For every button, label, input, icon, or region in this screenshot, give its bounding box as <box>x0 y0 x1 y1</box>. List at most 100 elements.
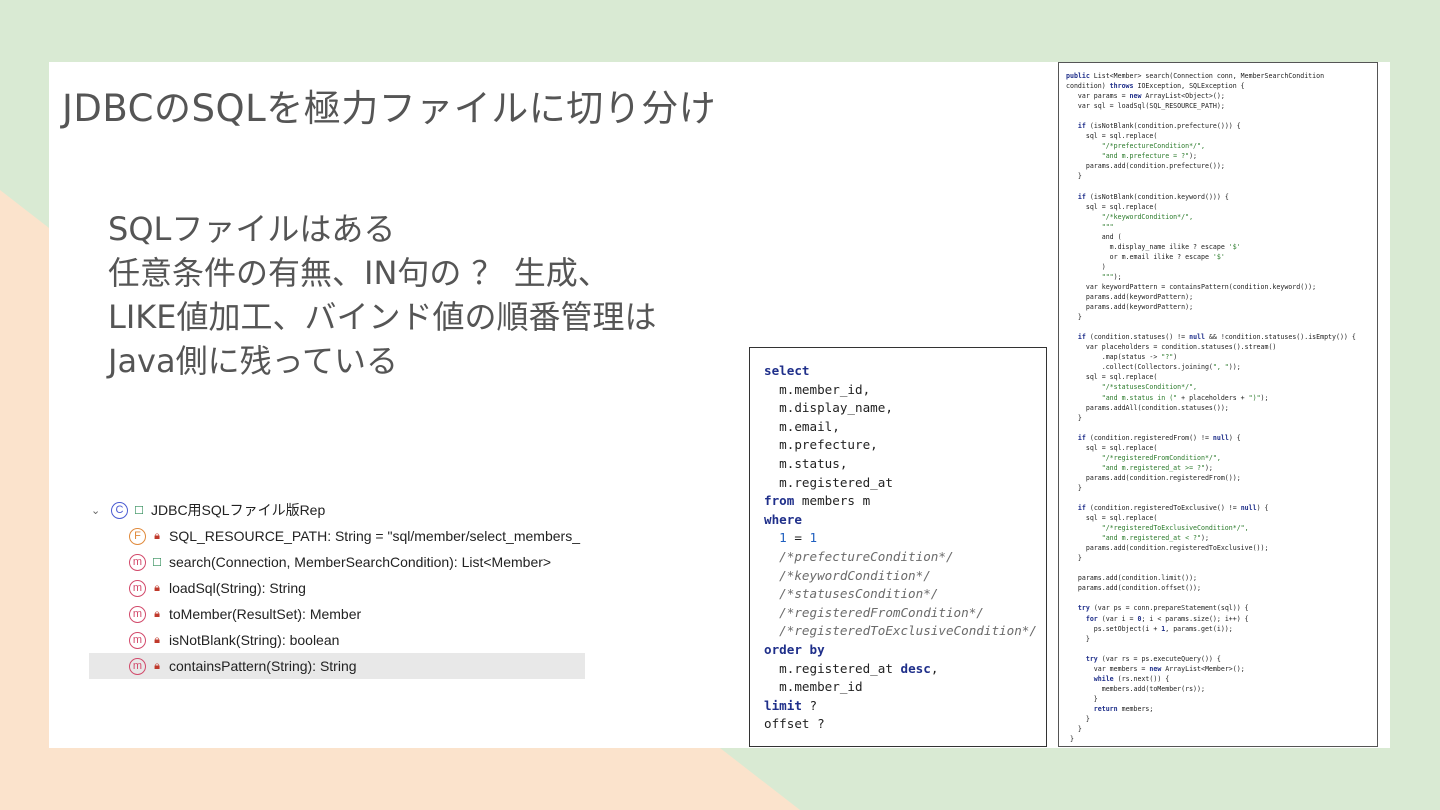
code-line: params.add(condition.prefecture()); <box>1066 161 1377 171</box>
static-method-icon: m <box>129 631 146 649</box>
code-token: "?" <box>1161 353 1174 362</box>
code-line: params.add(condition.limit()); <box>1066 573 1377 583</box>
code-token: try <box>1085 654 1098 663</box>
outline-member-row[interactable]: m 🔒︎ toMember(ResultSet): Member <box>89 601 585 627</box>
code-line: .collect(Collectors.joining(", ")); <box>1066 362 1377 372</box>
chevron-down-icon[interactable]: ⌄ <box>91 504 103 517</box>
code-token: } <box>1066 694 1098 703</box>
code-token: sql = sql.replace( <box>1066 514 1158 523</box>
code-token: ArrayList<Object>(); <box>1141 92 1225 101</box>
code-line: return members; <box>1066 704 1377 714</box>
code-token: } <box>1066 634 1090 643</box>
static-method-icon: m <box>129 605 146 623</box>
code-line: from members m <box>764 492 1046 511</box>
code-line: if (condition.registeredToExclusive() !=… <box>1066 503 1377 513</box>
code-line: /*statusesCondition*/ <box>764 585 1046 604</box>
code-token: List<Member> search(Connection conn, Mem… <box>1089 72 1325 80</box>
code-token: if <box>1077 433 1086 442</box>
code-line: "/*statusesCondition*/", <box>1066 382 1377 392</box>
code-line: } <box>1066 171 1377 181</box>
outline-member-label: SQL_RESOURCE_PATH: String = "sql/member/… <box>169 528 580 544</box>
code-token: var placeholders = condition.statuses().… <box>1066 343 1277 352</box>
outline-class-row[interactable]: ⌄ C ☐ JDBC用SQLファイル版Rep <box>89 497 585 523</box>
code-token: ); <box>1113 272 1122 281</box>
code-line: params.add(keywordPattern); <box>1066 292 1377 302</box>
code-token: select <box>764 363 810 378</box>
code-token: } <box>1066 172 1082 181</box>
code-token: , params.get(i)); <box>1165 624 1233 633</box>
code-token: m.prefecture, <box>764 437 878 453</box>
code-token: params.add(condition.prefecture()); <box>1066 162 1225 171</box>
code-token: params.add(condition.limit()); <box>1066 574 1198 583</box>
code-line: "and m.prefecture = ?"); <box>1066 151 1377 161</box>
lock-icon: 🔒︎ <box>154 529 160 542</box>
outline-member-label: isNotBlank(String): boolean <box>169 632 340 648</box>
code-line: m.registered_at <box>764 474 1046 493</box>
code-token: '$' <box>1212 252 1225 261</box>
code-token: if <box>1077 504 1086 513</box>
outline-member-row[interactable]: m ☐ search(Connection, MemberSearchCondi… <box>89 549 585 575</box>
lock-icon: 🔒︎ <box>154 581 160 594</box>
code-token: sql = sql.replace( <box>1066 373 1158 382</box>
code-token: , <box>930 660 939 676</box>
outline-member-row[interactable]: m 🔒︎ isNotBlank(String): boolean <box>89 627 585 653</box>
code-token: /*statusesCondition*/ <box>764 586 939 602</box>
code-line: var members = new ArrayList<Member>(); <box>1066 664 1377 674</box>
body-line: 任意条件の有無、IN句の ？ 生成、 <box>108 254 610 292</box>
code-line: limit ? <box>764 697 1046 716</box>
body-line: SQLファイルはある <box>108 210 396 248</box>
code-line: } <box>1066 634 1377 644</box>
code-token: for <box>1085 614 1098 623</box>
code-line: while (rs.next()) { <box>1066 674 1377 684</box>
code-line: } <box>1066 312 1377 322</box>
code-token: null <box>1240 504 1257 513</box>
code-line: offset ? <box>764 715 1046 734</box>
code-token: (condition.statuses() != <box>1085 333 1190 342</box>
code-token: if <box>1077 192 1086 201</box>
code-token: /*keywordCondition*/ <box>764 567 931 583</box>
method-icon: m <box>129 553 146 571</box>
code-token: ", " <box>1212 363 1229 372</box>
code-token: "/*registeredFromCondition*/", <box>1066 453 1221 462</box>
code-token: m.display_name, <box>764 400 893 416</box>
code-line: 1 = 1 <box>764 529 1046 548</box>
code-token: var members = <box>1066 664 1150 673</box>
code-line: "/*keywordCondition*/", <box>1066 212 1377 222</box>
code-token: ArrayList<Member>(); <box>1161 664 1245 673</box>
code-token: sql = sql.replace( <box>1066 132 1158 141</box>
code-token: new <box>1149 664 1162 673</box>
code-line: params.add(condition.offset()); <box>1066 583 1377 593</box>
outline-member-row[interactable]: m 🔒︎ loadSql(String): String <box>89 575 585 601</box>
code-token: m.member_id <box>764 679 863 695</box>
outline-member-row-selected[interactable]: m 🔒︎ containsPattern(String): String <box>89 653 585 679</box>
code-token: or m.email ilike ? escape <box>1066 252 1213 261</box>
code-token: "/*statusesCondition*/", <box>1066 383 1198 392</box>
code-token: IOException, SQLException { <box>1133 82 1245 91</box>
code-token: ; i < params.size(); i++) { <box>1141 614 1249 623</box>
code-token: from <box>764 493 795 509</box>
code-token: "and m.status in (" <box>1066 393 1178 402</box>
code-line: params.addAll(condition.statuses()); <box>1066 403 1377 413</box>
code-line: /*registeredFromCondition*/ <box>764 604 1046 623</box>
code-line: if (isNotBlank(condition.keyword())) { <box>1066 192 1377 202</box>
code-token: } <box>1066 483 1082 492</box>
public-visibility-icon: ☐ <box>152 556 162 569</box>
code-token: ) { <box>1228 433 1241 442</box>
code-token: "and m.prefecture = ?" <box>1066 152 1190 161</box>
lock-icon: 🔒︎ <box>154 633 160 646</box>
code-token: while <box>1093 674 1114 683</box>
code-token: m.registered_at <box>764 660 901 676</box>
code-line: var params = new ArrayList<Object>(); <box>1066 91 1377 101</box>
code-token: params.add(keywordPattern); <box>1066 303 1194 312</box>
code-line: for (var i = 0; i < params.size(); i++) … <box>1066 614 1377 624</box>
code-token: '$' <box>1228 242 1241 251</box>
outline-member-row[interactable]: F 🔒︎ SQL_RESOURCE_PATH: String = "sql/me… <box>89 523 585 549</box>
code-line: ps.setObject(i + 1, params.get(i)); <box>1066 624 1377 634</box>
code-line: select <box>764 362 1046 381</box>
code-token: ) <box>1173 353 1178 362</box>
